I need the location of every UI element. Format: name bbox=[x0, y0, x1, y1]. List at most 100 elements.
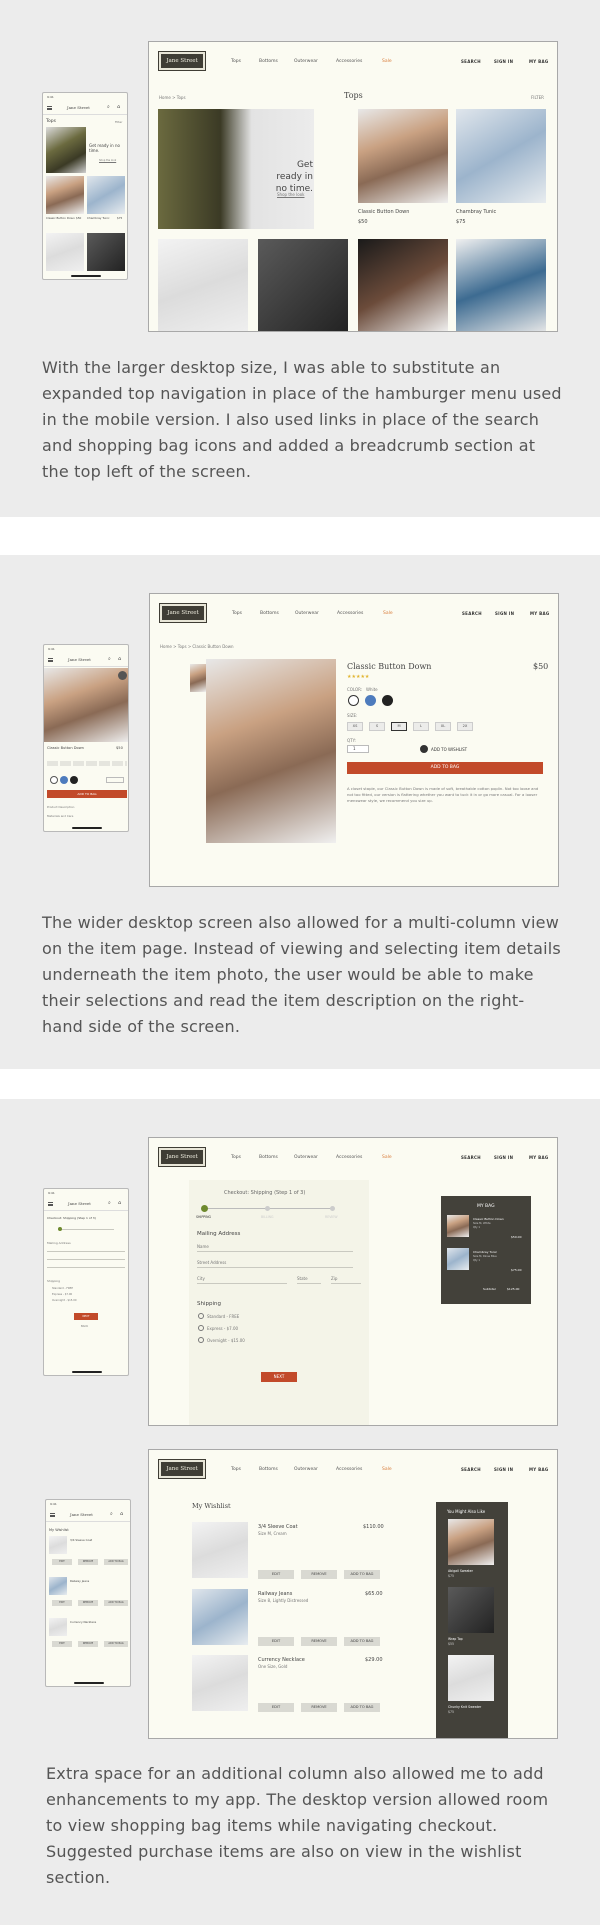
product-image-5[interactable] bbox=[358, 239, 448, 331]
bag-icon[interactable]: ⌂ bbox=[118, 1200, 121, 1206]
mobile-option-standard[interactable]: Standard - FREE bbox=[52, 1287, 73, 1290]
mobile-street-field[interactable] bbox=[47, 1259, 125, 1260]
wish-remove-button-1[interactable]: REMOVE bbox=[301, 1570, 337, 1579]
nav-link-sale[interactable]: Sale bbox=[382, 1155, 392, 1160]
nav-link-tops[interactable]: Tops bbox=[232, 611, 242, 616]
wish-item-image-3[interactable] bbox=[192, 1655, 248, 1711]
nav-link-bottoms[interactable]: Bottoms bbox=[260, 611, 279, 616]
mobile-product-image-4[interactable] bbox=[87, 233, 125, 271]
hamburger-icon[interactable] bbox=[48, 1202, 53, 1206]
mobile-wish-edit-2[interactable]: EDIT bbox=[52, 1600, 72, 1606]
wish-add-to-bag-button-1[interactable]: ADD TO BAG bbox=[344, 1570, 380, 1579]
suggest-name-3[interactable]: Chunky Knit Sweater bbox=[448, 1705, 481, 1709]
mobile-filter[interactable]: Filter bbox=[115, 120, 122, 124]
nav-bag-link[interactable]: MY BAG bbox=[529, 1155, 549, 1160]
radio-express[interactable] bbox=[198, 1325, 204, 1331]
wish-remove-button-2[interactable]: REMOVE bbox=[301, 1637, 337, 1646]
radio-standard[interactable] bbox=[198, 1313, 204, 1319]
mobile-logo[interactable]: Jane Street bbox=[67, 105, 90, 110]
nav-link-bottoms[interactable]: Bottoms bbox=[259, 1467, 278, 1472]
nav-search-link[interactable]: SEARCH bbox=[461, 1155, 481, 1160]
mobile-hero-image[interactable] bbox=[46, 127, 86, 173]
mobile-wish-edit-3[interactable]: EDIT bbox=[52, 1641, 72, 1647]
mobile-product-image-3[interactable] bbox=[46, 233, 84, 271]
desktop-logo[interactable]: Jane Street bbox=[159, 603, 207, 623]
nav-link-outerwear[interactable]: Outerwear bbox=[294, 59, 318, 64]
nav-link-accessories[interactable]: Accessories bbox=[336, 59, 362, 64]
wish-item-name-1[interactable]: 3/4 Sleeve Coat bbox=[258, 1524, 298, 1530]
mobile-product-name-1[interactable]: Classic Button Down bbox=[46, 216, 75, 220]
name-input[interactable]: Name bbox=[197, 1244, 209, 1249]
breadcrumb[interactable]: Home > Tops > Classic Button Down bbox=[160, 644, 234, 649]
nav-signin-link[interactable]: SIGN IN bbox=[494, 59, 513, 64]
mobile-description-link[interactable]: Product Description bbox=[47, 805, 74, 809]
nav-signin-link[interactable]: SIGN IN bbox=[494, 1467, 513, 1472]
size-m[interactable]: M bbox=[391, 722, 407, 731]
mobile-city-field[interactable] bbox=[47, 1267, 125, 1268]
product-image-6[interactable] bbox=[456, 239, 546, 331]
add-to-bag-button[interactable]: ADD TO BAG bbox=[347, 762, 543, 774]
nav-link-bottoms[interactable]: Bottoms bbox=[259, 59, 278, 64]
nav-bag-link[interactable]: MY BAG bbox=[530, 611, 550, 616]
wish-edit-button-3[interactable]: EDIT bbox=[258, 1703, 294, 1712]
add-to-wishlist-link[interactable]: ADD TO WISHLIST bbox=[431, 747, 467, 752]
desktop-logo[interactable]: Jane Street bbox=[158, 51, 206, 71]
mobile-wish-add-2[interactable]: ADD TO BAG bbox=[104, 1600, 128, 1606]
product-image-chambray-tunic[interactable] bbox=[456, 109, 546, 203]
option-express[interactable]: Express - $7.00 bbox=[207, 1326, 238, 1331]
desktop-logo[interactable]: Jane Street bbox=[158, 1147, 206, 1167]
nav-link-bottoms[interactable]: Bottoms bbox=[259, 1155, 278, 1160]
mobile-wish-remove-2[interactable]: REMOVE bbox=[78, 1600, 98, 1606]
wish-item-name-2[interactable]: Railway Jeans bbox=[258, 1591, 292, 1597]
mobile-wish-remove-1[interactable]: REMOVE bbox=[78, 1559, 98, 1565]
nav-link-outerwear[interactable]: Outerwear bbox=[295, 611, 319, 616]
mobile-logo[interactable]: Jane Street bbox=[68, 657, 91, 662]
product-image-4[interactable] bbox=[258, 239, 348, 331]
nav-search-link[interactable]: SEARCH bbox=[462, 611, 482, 616]
size-s[interactable]: S bbox=[369, 722, 385, 731]
product-name-1[interactable]: Classic Button Down bbox=[358, 209, 409, 215]
mobile-product-image-2[interactable] bbox=[87, 176, 125, 214]
option-standard[interactable]: Standard - FREE bbox=[207, 1314, 239, 1319]
mobile-wish-remove-3[interactable]: REMOVE bbox=[78, 1641, 98, 1647]
hero-link[interactable]: Shop the look bbox=[277, 192, 305, 197]
mobile-add-to-bag-button[interactable]: ADD TO BAG bbox=[47, 790, 127, 798]
mobile-wish-add-1[interactable]: ADD TO BAG bbox=[104, 1559, 128, 1565]
mobile-qty-field[interactable] bbox=[106, 777, 124, 783]
hamburger-icon[interactable] bbox=[48, 658, 53, 662]
search-icon[interactable]: ⌕ bbox=[107, 104, 110, 110]
mobile-size-row[interactable] bbox=[47, 761, 127, 766]
color-black-swatch[interactable] bbox=[382, 695, 393, 706]
nav-link-outerwear[interactable]: Outerwear bbox=[294, 1155, 318, 1160]
nav-link-tops[interactable]: Tops bbox=[231, 1467, 241, 1472]
mobile-product-name-2[interactable]: Chambray Tunic bbox=[87, 216, 110, 220]
breadcrumb[interactable]: Home > Tops bbox=[159, 95, 186, 100]
nav-link-sale[interactable]: Sale bbox=[383, 611, 393, 616]
zip-input[interactable]: Zip bbox=[331, 1276, 337, 1281]
mobile-color-black[interactable] bbox=[70, 776, 78, 784]
wish-remove-button-3[interactable]: REMOVE bbox=[301, 1703, 337, 1712]
filter-link[interactable]: FILTER bbox=[531, 95, 544, 100]
wish-item-name-3[interactable]: Currency Necklace bbox=[258, 1657, 305, 1663]
nav-signin-link[interactable]: SIGN IN bbox=[495, 611, 514, 616]
next-button[interactable]: NEXT bbox=[261, 1372, 297, 1382]
color-white-swatch[interactable] bbox=[348, 695, 359, 706]
wish-edit-button-2[interactable]: EDIT bbox=[258, 1637, 294, 1646]
size-l[interactable]: L bbox=[413, 722, 429, 731]
suggest-image-3[interactable] bbox=[448, 1655, 494, 1701]
mobile-wish-edit-1[interactable]: EDIT bbox=[52, 1559, 72, 1565]
mobile-product-image-1[interactable] bbox=[46, 176, 84, 214]
color-blue-swatch[interactable] bbox=[365, 695, 376, 706]
nav-link-tops[interactable]: Tops bbox=[231, 59, 241, 64]
mobile-option-express[interactable]: Express - $7.00 bbox=[52, 1293, 72, 1296]
suggest-name-2[interactable]: Wrap Top bbox=[448, 1637, 463, 1641]
suggest-name-1[interactable]: Abigail Sweater bbox=[448, 1569, 473, 1573]
nav-bag-link[interactable]: MY BAG bbox=[529, 1467, 549, 1472]
mobile-wish-add-3[interactable]: ADD TO BAG bbox=[104, 1641, 128, 1647]
nav-link-accessories[interactable]: Accessories bbox=[336, 1467, 362, 1472]
suggest-image-1[interactable] bbox=[448, 1519, 494, 1565]
mobile-care-link[interactable]: Materials and Care bbox=[47, 814, 73, 818]
bag-icon[interactable]: ⌂ bbox=[117, 104, 120, 110]
hamburger-icon[interactable] bbox=[50, 1513, 55, 1517]
state-input[interactable]: State bbox=[297, 1276, 308, 1281]
